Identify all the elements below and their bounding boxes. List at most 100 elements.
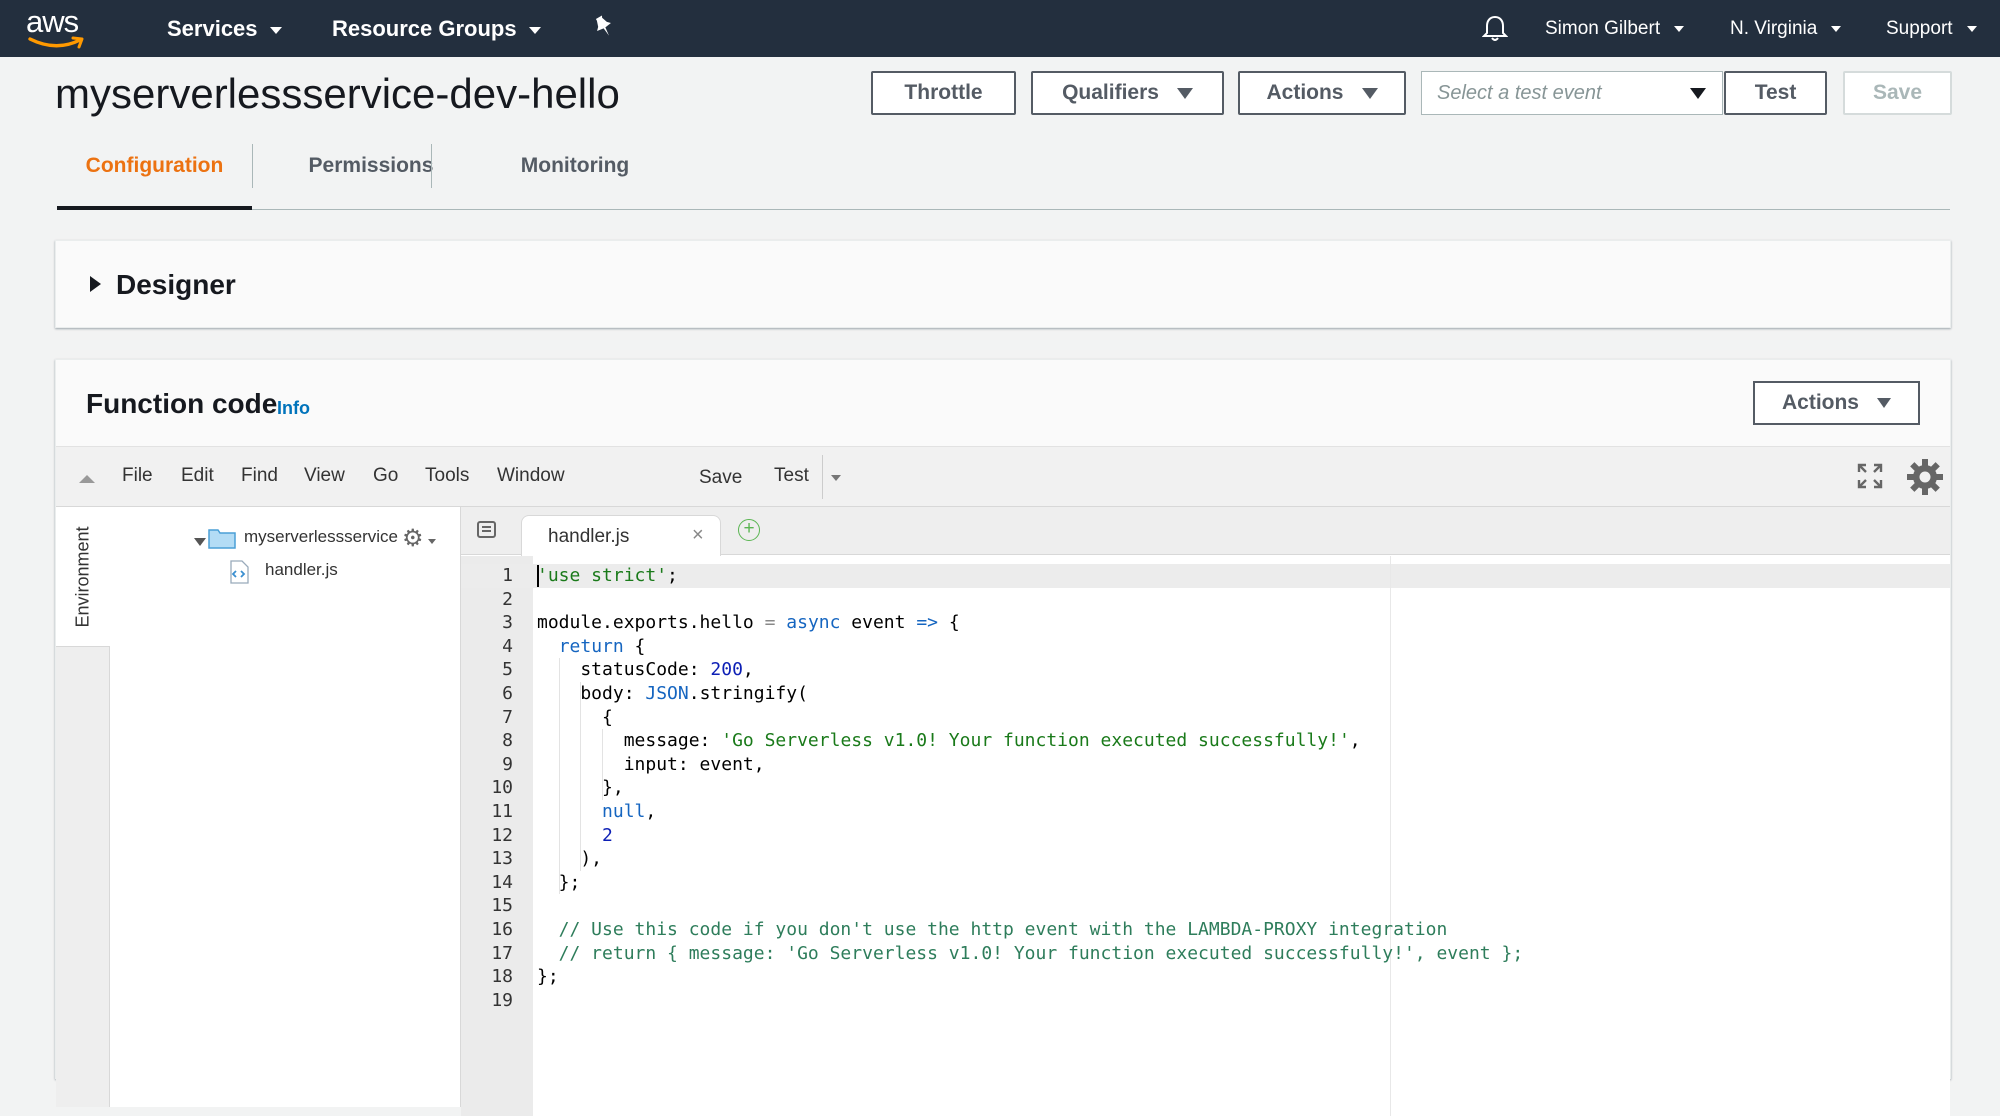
environment-tab[interactable]: Environment — [56, 507, 110, 647]
ide-test-button[interactable]: Test — [774, 465, 809, 487]
text-cursor — [537, 565, 539, 587]
chevron-down-icon — [1831, 25, 1842, 32]
divider — [822, 455, 823, 499]
ide-save-button[interactable]: Save — [699, 467, 742, 489]
tab-configuration[interactable]: Configuration — [57, 140, 252, 210]
code-line: return { — [558, 635, 646, 657]
caret-down-icon — [1690, 88, 1706, 99]
tab-list-icon[interactable] — [475, 521, 497, 539]
ide-menubar: File Edit Find View Go Tools Window Save… — [56, 446, 1950, 507]
support-label: Support — [1886, 18, 1953, 39]
chevron-down-icon — [1674, 25, 1685, 32]
notifications-bell-icon[interactable] — [1481, 14, 1509, 42]
line-number: 2 — [502, 588, 513, 610]
top-navigation-bar: aws Services Resource Groups Simon Gilbe… — [0, 0, 2000, 57]
line-number: 7 — [502, 706, 513, 728]
support-menu[interactable]: Support — [1886, 0, 1977, 57]
save-button[interactable]: Save — [1843, 71, 1952, 115]
menu-tools[interactable]: Tools — [425, 465, 469, 487]
region-menu[interactable]: N. Virginia — [1730, 0, 1842, 57]
tree-settings-gear-icon[interactable]: ⚙ — [402, 524, 424, 553]
print-margin — [1390, 556, 1391, 1116]
function-code-panel: Function code Info Actions File Edit Fin… — [55, 359, 1951, 1116]
test-label: Test — [1754, 81, 1797, 104]
javascript-file-icon — [230, 560, 249, 584]
code-actions-label: Actions — [1781, 391, 1859, 414]
caret-down-icon — [1361, 87, 1378, 99]
menu-find[interactable]: Find — [241, 465, 278, 487]
menu-file[interactable]: File — [122, 465, 153, 487]
tree-file-item[interactable]: handler.js — [265, 560, 338, 580]
menu-view[interactable]: View — [304, 465, 345, 487]
editor-tab-label: handler.js — [548, 526, 630, 547]
line-number: 5 — [502, 659, 513, 681]
code-actions-button[interactable]: Actions — [1753, 381, 1920, 425]
code-line: { — [537, 706, 613, 728]
active-line-highlight — [461, 564, 1950, 588]
test-button[interactable]: Test — [1724, 71, 1827, 115]
code-line: ), — [537, 848, 603, 870]
test-dropdown-caret-icon[interactable] — [831, 475, 841, 481]
environment-strip: Environment — [56, 507, 110, 1107]
menu-edit[interactable]: Edit — [181, 465, 214, 487]
line-number: 17 — [491, 942, 513, 964]
actions-button[interactable]: Actions — [1238, 71, 1406, 115]
line-number: 19 — [491, 989, 513, 1011]
chevron-down-icon — [269, 26, 282, 34]
indent-guide — [558, 658, 560, 895]
line-number: 4 — [502, 635, 513, 657]
line-number: 8 — [502, 730, 513, 752]
file-tree: myserverlessservice ⚙ handler.js — [110, 507, 461, 1107]
pin-icon[interactable] — [594, 15, 614, 41]
tab-bar: Configuration Permissions Monitoring — [57, 140, 1950, 210]
throttle-label: Throttle — [904, 81, 983, 104]
line-number: 18 — [491, 966, 513, 988]
line-number: 6 — [502, 683, 513, 704]
services-menu[interactable]: Services — [167, 0, 282, 57]
function-code-title: Function code — [86, 388, 278, 419]
indent-guide — [602, 729, 604, 800]
tree-expand-caret-icon[interactable] — [194, 538, 206, 546]
save-label: Save — [1872, 81, 1923, 104]
caret-down-icon — [1877, 398, 1891, 408]
close-tab-icon[interactable]: × — [692, 524, 704, 547]
code-line: // return { message: 'Go Serverless v1.0… — [537, 942, 1524, 964]
editor-tab-bar: handler.js × + — [461, 507, 1950, 556]
menu-go[interactable]: Go — [373, 465, 398, 487]
code-line: // Use this code if you don't use the ht… — [537, 919, 1448, 940]
qualifiers-button[interactable]: Qualifiers — [1031, 71, 1224, 115]
code-editor[interactable] — [533, 556, 1950, 1116]
indent-guide — [580, 682, 582, 871]
code-line: body: JSON.stringify( — [537, 683, 808, 704]
code-line: module.exports.hello = async event => { — [537, 612, 960, 634]
line-number: 16 — [491, 919, 513, 940]
aws-logo[interactable]: aws — [26, 4, 88, 50]
code-line: null, — [602, 801, 657, 822]
new-tab-plus-icon[interactable]: + — [738, 519, 760, 541]
collapse-icon[interactable] — [79, 475, 95, 483]
account-menu[interactable]: Simon Gilbert — [1545, 0, 1685, 57]
user-name: Simon Gilbert — [1545, 18, 1661, 39]
folder-icon — [208, 529, 236, 549]
code-line: input: event, — [537, 753, 765, 775]
resource-groups-menu[interactable]: Resource Groups — [332, 0, 541, 57]
line-number: 13 — [491, 848, 513, 870]
designer-title: Designer — [116, 269, 236, 300]
settings-gear-icon[interactable] — [1906, 458, 1944, 496]
test-event-select[interactable]: Select a test event — [1421, 71, 1723, 115]
aws-logo-text: aws — [26, 4, 79, 39]
menu-window[interactable]: Window — [497, 465, 565, 487]
tree-root-folder[interactable]: myserverlessservice — [244, 527, 398, 547]
designer-panel[interactable]: Designer — [55, 240, 1951, 328]
throttle-button[interactable]: Throttle — [871, 71, 1016, 115]
tab-monitoring[interactable]: Monitoring — [433, 140, 717, 210]
chevron-down-icon[interactable] — [428, 539, 436, 544]
line-number: 12 — [491, 824, 513, 846]
info-link[interactable]: Info — [277, 398, 310, 419]
expand-arrow-icon[interactable] — [90, 276, 101, 292]
fullscreen-icon[interactable] — [1857, 463, 1883, 489]
code-line: 'use strict'; — [537, 565, 678, 586]
editor-tab-handler[interactable]: handler.js × — [521, 515, 721, 556]
line-number: 15 — [491, 895, 513, 917]
services-label: Services — [167, 16, 258, 41]
